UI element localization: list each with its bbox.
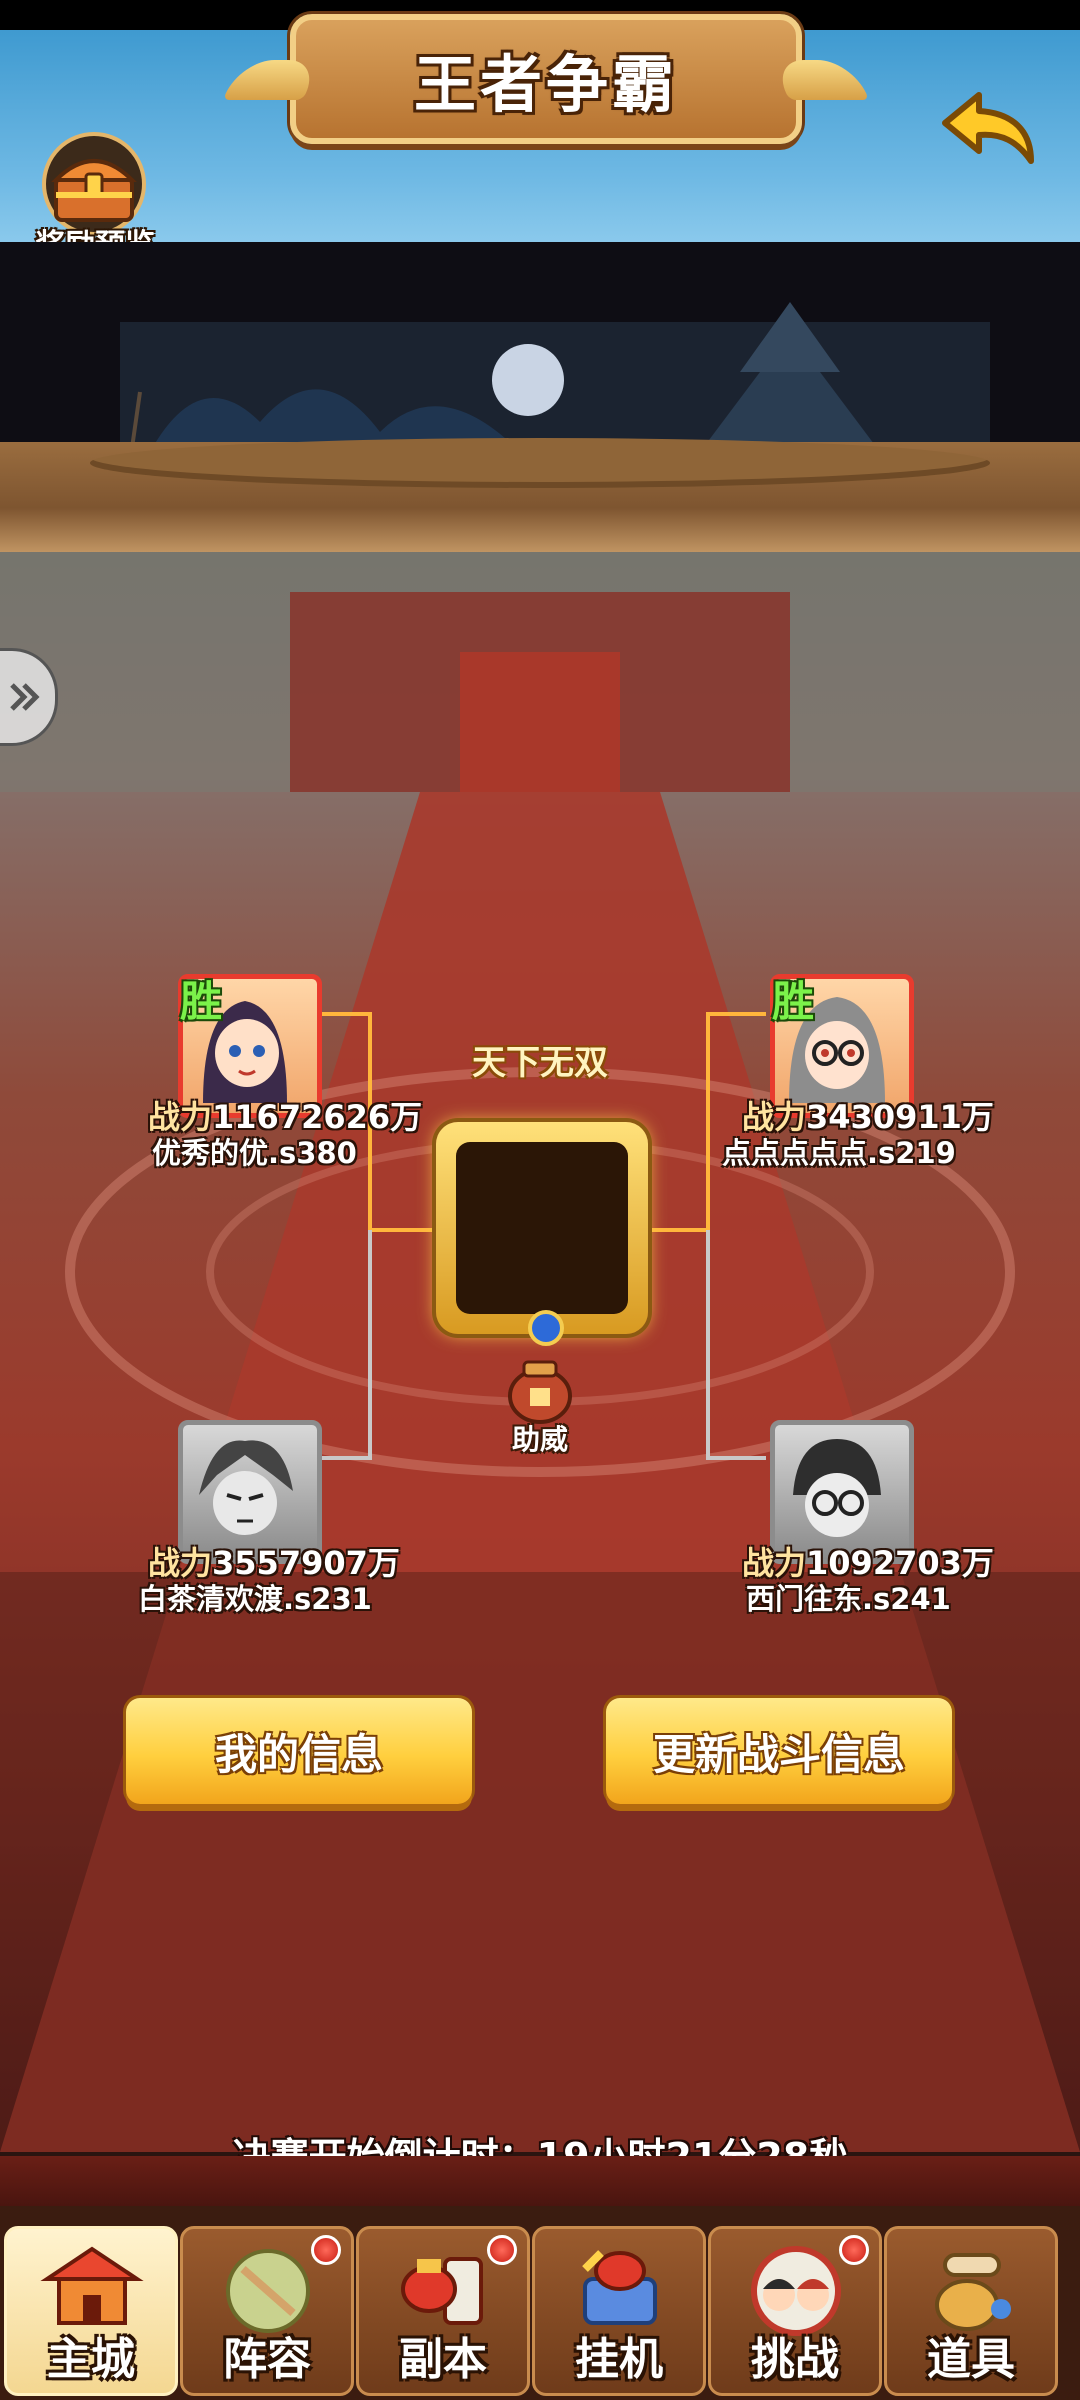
bottom-nav: 主城 阵容 副本 挂机 挑战 道具	[0, 2206, 1080, 2400]
nav-item-items[interactable]: 道具	[884, 2226, 1058, 2396]
nav-item-dungeon[interactable]: 副本	[356, 2226, 530, 2396]
nav-label: 道具	[927, 2334, 1015, 2385]
wine-jar-icon	[508, 1360, 572, 1424]
notification-dot	[487, 2235, 517, 2265]
bottom-band	[0, 2156, 1080, 2206]
nav-item-formation[interactable]: 阵容	[180, 2226, 354, 2396]
nav-item-main-city[interactable]: 主城	[4, 2226, 178, 2396]
win-badge: 胜	[180, 977, 223, 1026]
win-badge: 胜	[772, 977, 815, 1026]
cheer-button[interactable]: 助威	[490, 1354, 590, 1456]
player-name: 优秀的优.s380	[152, 1136, 357, 1170]
nav-item-challenge[interactable]: 挑战	[708, 2226, 882, 2396]
player-name: 白茶清欢渡.s231	[138, 1582, 372, 1616]
nav-label: 挂机	[575, 2334, 663, 2385]
nav-label: 挑战	[751, 2334, 839, 2385]
notification-dot	[839, 2235, 869, 2265]
champion-slot-frame[interactable]	[436, 1122, 648, 1346]
gem-icon	[528, 1310, 564, 1346]
hero-portrait-icon	[793, 1439, 881, 1537]
cheer-label: 助威	[511, 1423, 568, 1456]
nav-item-idle[interactable]: 挂机	[532, 2226, 706, 2396]
player-name: 点点点点点.s219	[722, 1136, 956, 1170]
notification-dot	[311, 2235, 341, 2265]
my-info-button[interactable]: 我的信息	[126, 1698, 472, 1804]
nav-label: 阵容	[223, 2334, 311, 2385]
hero-portrait-icon	[199, 1440, 293, 1535]
nav-label: 副本	[399, 2334, 487, 2385]
champion-slot	[456, 1142, 628, 1314]
nav-label: 主城	[47, 2334, 135, 2385]
player-name: 西门往东.s241	[746, 1582, 951, 1616]
champion-banner: 天下无双	[472, 1042, 608, 1083]
refresh-battle-info-button[interactable]: 更新战斗信息	[606, 1698, 952, 1804]
